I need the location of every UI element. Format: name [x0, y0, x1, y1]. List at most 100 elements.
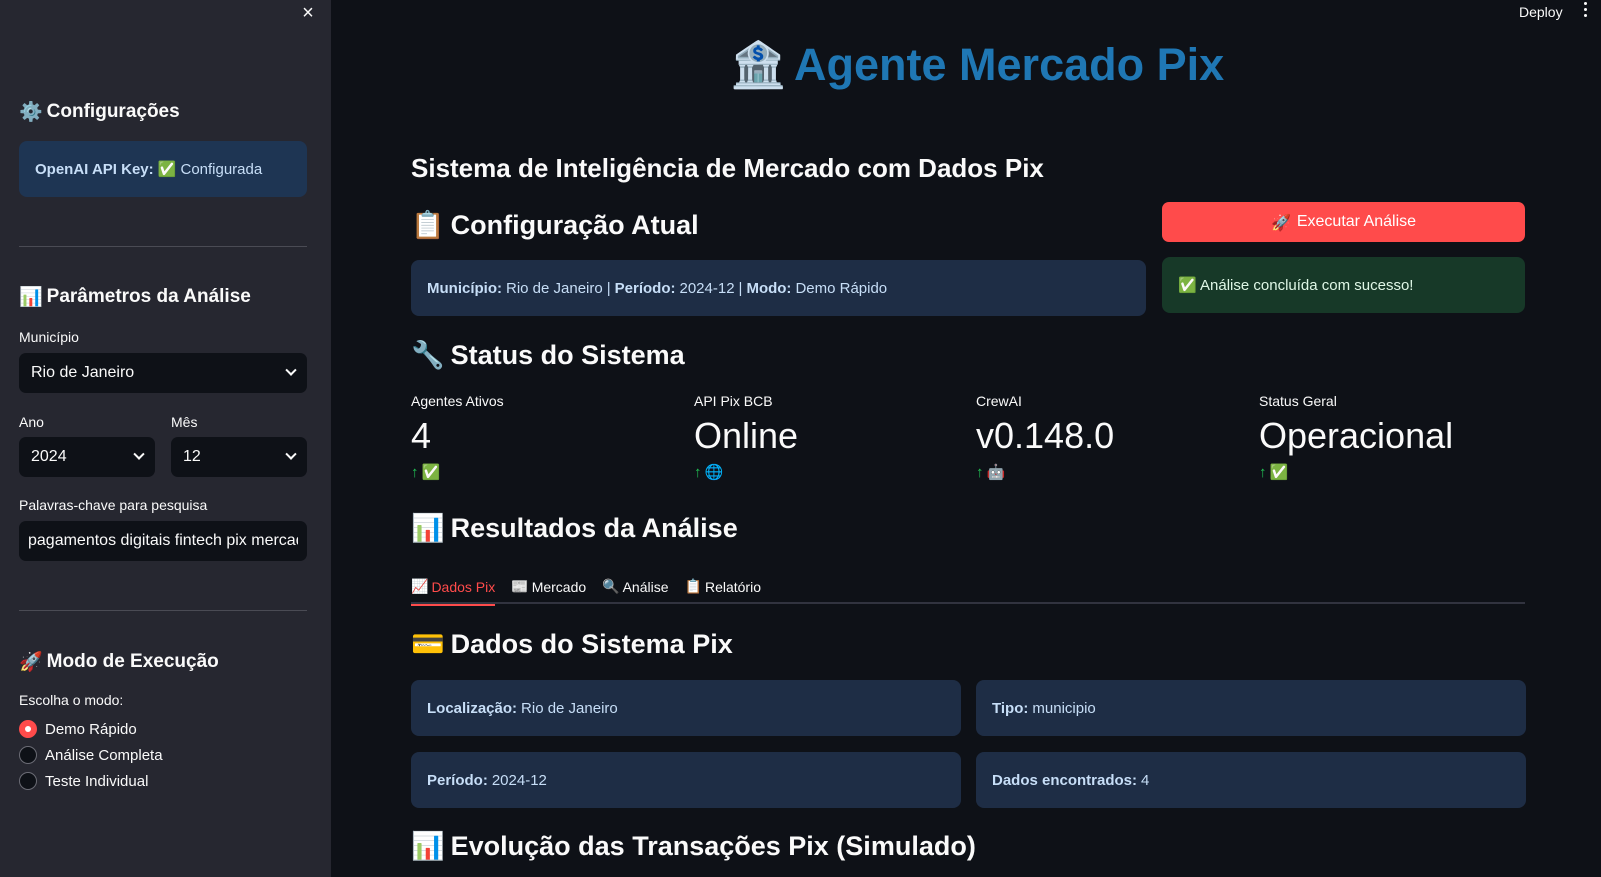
pix-heading-text: Dados do Sistema Pix — [450, 628, 733, 659]
pix-card-value: Rio de Janeiro — [521, 699, 618, 717]
params-heading: 📊 Parâmetros da Análise — [19, 285, 251, 309]
pix-card-key: Localização: — [427, 699, 518, 717]
ano-select[interactable]: 2024 — [19, 437, 155, 477]
success-alert: ✅ Análise concluída com sucesso! — [1162, 257, 1525, 313]
tab-mercado[interactable]: 📰 Mercado — [511, 570, 586, 604]
metric-value: 4 — [411, 415, 432, 456]
magnifier-icon: 🔍 — [602, 579, 620, 595]
metric-delta: ↑ ✅ — [411, 463, 671, 481]
results-tabs: 📈 Dados Pix 📰 Mercado 🔍 Análise 📋 Relató… — [411, 570, 1525, 606]
arrow-up-icon: ↑ — [1259, 463, 1267, 481]
chevron-down-icon — [133, 448, 145, 460]
sidebar-divider — [19, 246, 307, 247]
mode-heading: 🚀 Modo de Execução — [19, 650, 219, 674]
metric-delta: ↑ 🤖 — [976, 463, 1236, 481]
rocket-icon: 🚀 — [19, 651, 43, 673]
radio-teste-individual[interactable]: Teste Individual — [19, 772, 148, 790]
radio-demo-rapido[interactable]: Demo Rápido — [19, 720, 137, 738]
status-heading: 🔧 Status do Sistema — [411, 339, 685, 372]
config-heading-text: Configurações — [46, 100, 180, 122]
chevron-down-icon — [285, 364, 297, 376]
config-modo-key: Modo: — [746, 279, 792, 297]
wrench-icon: 🔧 — [411, 340, 445, 371]
metric-delta: ↑ ✅ — [1259, 463, 1519, 481]
rocket-icon: 🚀 — [1270, 212, 1291, 232]
config-modo-value: Demo Rápido — [795, 279, 888, 297]
success-message: ✅ Análise concluída com sucesso! — [1178, 277, 1414, 294]
mes-select[interactable]: 12 — [171, 437, 307, 477]
pix-card-localizacao: Localização: Rio de Janeiro — [411, 680, 961, 736]
chevron-down-icon — [285, 448, 297, 460]
metric-agentes-ativos: Agentes Ativos 4 ↑ ✅ — [411, 393, 671, 481]
keywords-label: Palavras-chave para pesquisa — [19, 497, 208, 513]
api-key-label: OpenAI API Key: — [35, 160, 154, 178]
arrow-up-icon: ↑ — [411, 463, 419, 481]
clipboard-icon: 📋 — [411, 210, 445, 241]
pix-card-value: municipio — [1032, 699, 1096, 717]
mes-value: 12 — [183, 448, 201, 465]
check-icon: ✅ — [1269, 463, 1289, 481]
bank-icon: 🏦 — [730, 38, 787, 91]
clipboard-icon: 📋 — [684, 579, 702, 595]
config-municipio-key: Município: — [427, 279, 502, 297]
pix-heading: 💳 Dados do Sistema Pix — [411, 628, 733, 661]
tab-dados-pix[interactable]: 📈 Dados Pix — [411, 570, 496, 606]
municipio-label: Município — [19, 329, 79, 345]
config-heading: ⚙️ Configurações — [19, 100, 180, 124]
config-municipio-value: Rio de Janeiro — [506, 279, 603, 297]
current-config-heading: 📋 Configuração Atual — [411, 209, 699, 242]
pix-card-periodo: Período: 2024-12 — [411, 752, 961, 808]
results-heading-text: Resultados da Análise — [450, 512, 738, 543]
tab-relatorio[interactable]: 📋 Relatório — [685, 570, 761, 604]
radio-unselected-icon[interactable] — [19, 746, 37, 764]
close-sidebar-icon[interactable]: × — [299, 3, 317, 23]
radio-unselected-icon[interactable] — [19, 772, 37, 790]
pix-card-key: Período: — [427, 771, 488, 789]
chart-icon: 📊 — [411, 831, 445, 862]
config-periodo-key: Período: — [614, 279, 676, 297]
tab-label: Análise — [622, 579, 669, 595]
status-heading-text: Status do Sistema — [450, 339, 685, 370]
ano-label: Ano — [19, 414, 44, 430]
config-separator: | — [606, 279, 611, 297]
radio-analise-completa[interactable]: Análise Completa — [19, 746, 163, 764]
pix-card-tipo: Tipo: municipio — [976, 680, 1526, 736]
metric-label: Status Geral — [1259, 393, 1337, 409]
metric-label: Agentes Ativos — [411, 393, 504, 409]
gear-icon: ⚙️ — [19, 101, 43, 123]
globe-icon: 🌐 — [704, 463, 724, 481]
newspaper-icon: 📰 — [511, 579, 529, 595]
evolution-heading: 📊 Evolução das Transações Pix (Simulado) — [411, 830, 976, 863]
page-subtitle: Sistema de Inteligência de Mercado com D… — [411, 153, 1044, 183]
municipio-value: Rio de Janeiro — [31, 364, 135, 381]
metric-label: CrewAI — [976, 393, 1022, 409]
metric-value: v0.148.0 — [976, 415, 1115, 456]
chart-up-icon: 📈 — [411, 579, 429, 595]
metric-value: Online — [694, 415, 799, 456]
page-title: 🏦 Agente Mercado Pix — [730, 38, 1224, 91]
main-menu-icon[interactable] — [1584, 2, 1588, 17]
params-heading-text: Parâmetros da Análise — [46, 285, 251, 307]
metric-crewai: CrewAI v0.148.0 ↑ 🤖 — [976, 393, 1236, 481]
radio-label: Teste Individual — [45, 772, 149, 790]
deploy-button[interactable]: Deploy — [1519, 4, 1563, 20]
credit-card-icon: 💳 — [411, 629, 445, 660]
evolution-heading-text: Evolução das Transações Pix (Simulado) — [450, 830, 976, 861]
keywords-input[interactable] — [19, 521, 307, 561]
radio-label: Demo Rápido — [45, 720, 137, 738]
municipio-select[interactable]: Rio de Janeiro — [19, 353, 307, 393]
radio-selected-icon[interactable] — [19, 720, 37, 738]
api-key-status-box: OpenAI API Key: ✅ Configurada — [19, 141, 307, 197]
config-separator: | — [738, 279, 743, 297]
robot-icon: 🤖 — [986, 463, 1006, 481]
run-analysis-label: Executar Análise — [1296, 213, 1417, 230]
tab-label: Dados Pix — [431, 579, 496, 595]
tab-analise[interactable]: 🔍 Análise — [602, 570, 668, 604]
metric-api-pix: API Pix BCB Online ↑ 🌐 — [694, 393, 954, 481]
run-analysis-button[interactable]: 🚀 Executar Análise — [1162, 202, 1525, 242]
radio-label: Análise Completa — [45, 746, 163, 764]
mode-heading-text: Modo de Execução — [46, 650, 219, 672]
mes-label: Mês — [171, 414, 198, 430]
metric-value: Operacional — [1259, 415, 1454, 456]
pix-card-value: 4 — [1141, 771, 1150, 789]
